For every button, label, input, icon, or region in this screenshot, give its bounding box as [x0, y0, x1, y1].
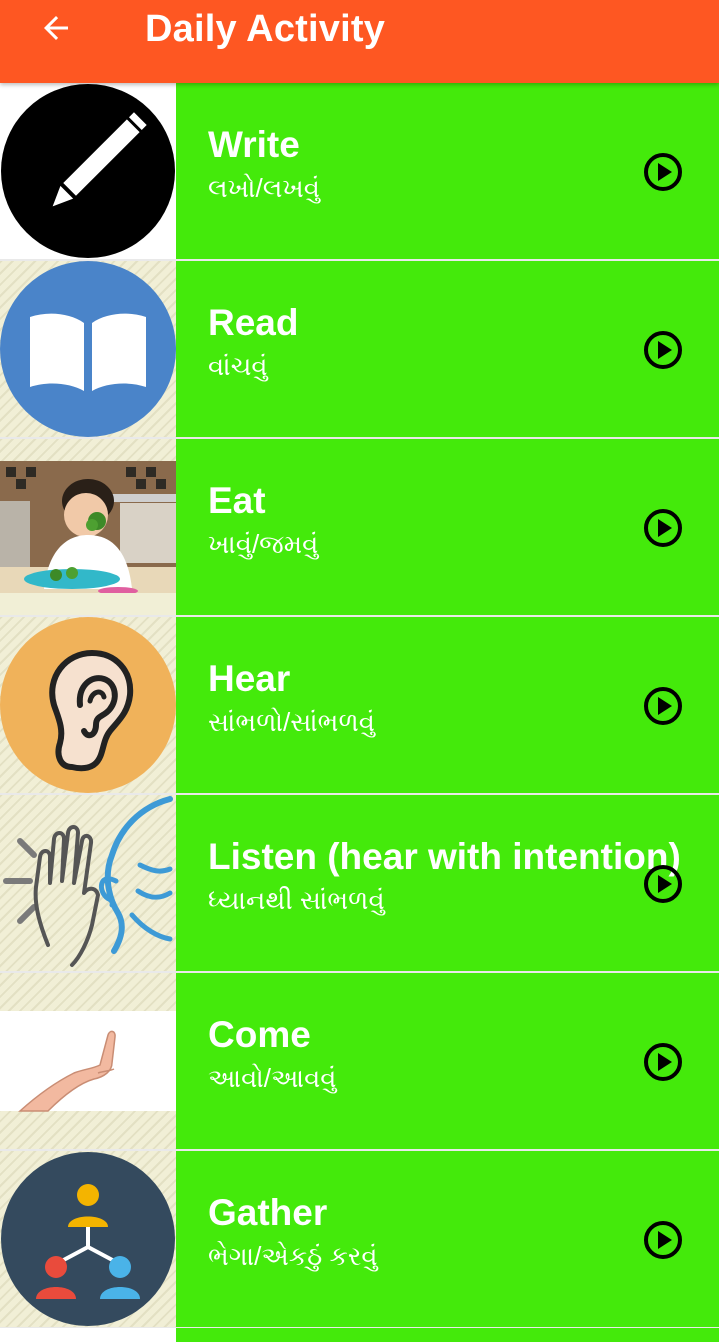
- item-title: Come: [208, 1014, 311, 1055]
- item-title: Read: [208, 302, 299, 343]
- item-subtitle: આવો/આવવું: [208, 1063, 337, 1093]
- item-title: Write: [208, 124, 300, 165]
- open-book-icon: [0, 261, 176, 437]
- play-circle-icon[interactable]: [642, 329, 684, 371]
- play-circle-icon[interactable]: [642, 863, 684, 905]
- item-image: [0, 261, 176, 437]
- list-item-eat[interactable]: Eat ખાવું/જમવું: [0, 439, 719, 617]
- app-bar: Daily Activity: [0, 0, 719, 83]
- back-button[interactable]: [36, 8, 76, 48]
- item-image: [0, 1328, 176, 1342]
- item-title: Listen (hear with intention): [208, 836, 681, 877]
- item-image: [0, 1151, 176, 1327]
- list-item-read[interactable]: Read વાંચવું: [0, 261, 719, 439]
- ear-icon: [0, 617, 176, 793]
- item-image: [0, 439, 176, 615]
- list-item-hear[interactable]: Hear સાંભળો/સાંભળવું: [0, 617, 719, 795]
- item-tile[interactable]: Gather ભેગા/એકઠું કરવું: [176, 1151, 719, 1327]
- child-eating-photo: [0, 461, 176, 615]
- item-tile[interactable]: Read વાંચવું: [176, 261, 719, 437]
- play-circle-icon[interactable]: [642, 507, 684, 549]
- play-circle-icon[interactable]: [642, 151, 684, 193]
- item-tile[interactable]: Eat ખાવું/જમવું: [176, 439, 719, 615]
- play-circle-icon[interactable]: [642, 1219, 684, 1261]
- hand-cupped-ear-icon: [3, 796, 173, 967]
- item-title: Hear: [208, 658, 291, 699]
- play-circle-icon[interactable]: [642, 685, 684, 727]
- item-tile[interactable]: Hear સાંભળો/સાંભળવું: [176, 617, 719, 793]
- item-subtitle: ધ્યાનથી સાંભળવું: [208, 885, 385, 915]
- list-item-partial[interactable]: [0, 1328, 719, 1342]
- play-circle-icon[interactable]: [642, 1041, 684, 1083]
- item-image: [0, 617, 176, 793]
- item-title: Gather: [208, 1192, 328, 1233]
- list-item-write[interactable]: Write લખો/લખવું: [0, 83, 719, 261]
- arrow-left-icon: [44, 16, 68, 40]
- page-title: Daily Activity: [145, 8, 386, 50]
- item-subtitle: લખો/લખવું: [208, 173, 320, 203]
- item-title: Eat: [208, 480, 266, 521]
- item-tile[interactable]: Come આવો/આવવું: [176, 973, 719, 1149]
- item-tile[interactable]: Listen (hear with intention) ધ્યાનથી સાં…: [176, 795, 719, 971]
- item-subtitle: સાંભળો/સાંભળવું: [208, 707, 375, 737]
- people-network-icon: [1, 1152, 175, 1326]
- pencil-icon: [1, 84, 175, 258]
- item-image: [0, 795, 176, 971]
- list-item-gather[interactable]: Gather ભેગા/એકઠું કરવું: [0, 1151, 719, 1329]
- item-subtitle: ભેગા/એકઠું કરવું: [208, 1241, 378, 1271]
- list-item-listen[interactable]: Listen (hear with intention) ધ્યાનથી સાં…: [0, 795, 719, 973]
- item-image: [0, 973, 176, 1149]
- list-item-come[interactable]: Come આવો/આવવું: [0, 973, 719, 1151]
- item-subtitle: ખાવું/જમવું: [208, 529, 319, 559]
- item-tile[interactable]: [176, 1328, 719, 1342]
- item-tile[interactable]: Write લખો/લખવું: [176, 83, 719, 259]
- activity-list: Write લખો/લખવું Read વાંચવું Eat ખાવું/જ…: [0, 83, 719, 1329]
- item-image: [0, 83, 176, 259]
- beckoning-hand-icon: [0, 1011, 176, 1112]
- item-subtitle: વાંચવું: [208, 351, 268, 381]
